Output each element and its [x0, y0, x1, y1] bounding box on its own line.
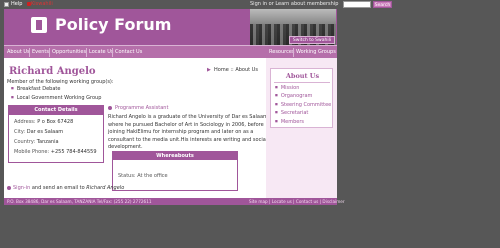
nav-resources[interactable]: Resources: [269, 49, 295, 55]
status-row: Status: At the office: [118, 173, 168, 179]
site-logo-icon: [4, 2, 9, 7]
signin-icon: [7, 185, 11, 190]
city-label: City:: [14, 129, 26, 135]
sidebar: About Us Mission Organogram Steering Com…: [266, 58, 337, 198]
role-heading: Programme Assistant: [108, 105, 168, 111]
list-item[interactable]: Breakfast Debate: [11, 86, 101, 92]
city-value: Dar es Salaam: [26, 129, 64, 135]
help-link[interactable]: Help: [11, 1, 22, 7]
nav-contact-us[interactable]: Contact Us: [115, 49, 142, 55]
whereabouts-title: Whereabouts: [113, 152, 237, 160]
mobile-label: Mobile Phone:: [14, 149, 50, 155]
footer: P.O. Box 38486, Dar es Salaam, TANZANIA …: [4, 198, 345, 205]
mobile-row: Mobile Phone: +255 784-844559: [14, 149, 97, 155]
address-row: Address: P o Box 67428: [14, 119, 73, 125]
signin-email-line: Sign-in and send an email to Richard Ang…: [7, 185, 124, 191]
city-row: City: Dar es Salaam: [14, 129, 63, 135]
page: Help Kiswahili Sign in or Learn about me…: [0, 0, 500, 248]
signin-link[interactable]: Sign-in: [13, 185, 30, 191]
signin-recipient: Richard Angelo: [86, 185, 125, 191]
mobile-value: +255 784-844559: [50, 149, 97, 155]
member-of-text: Member of the following working group(s)…: [7, 79, 114, 85]
bio-text: Richard Angelo is a graduate of the Univ…: [108, 114, 268, 150]
signin-text: and send an email to: [30, 185, 87, 191]
divider: [274, 82, 330, 83]
address-value: P o Box 67428: [37, 119, 74, 125]
whereabouts-box: Whereabouts Status: At the office: [112, 151, 238, 191]
page-title: Richard Angelo: [9, 66, 96, 77]
nav-locate-us[interactable]: Locate Us: [89, 49, 113, 55]
sidebar-item-organogram[interactable]: Organogram: [275, 93, 331, 99]
country-row: Country: Tanzania: [14, 139, 59, 145]
nav-opportunities[interactable]: Opportunities: [52, 49, 86, 55]
site-title[interactable]: Policy Forum: [55, 15, 171, 34]
nav-working-groups[interactable]: Working Groups: [296, 49, 336, 55]
address-label: Address:: [14, 119, 36, 125]
list-item[interactable]: Local Government Working Group: [11, 95, 102, 101]
country-value: Tanzania: [36, 139, 59, 145]
home-icon: ▶: [207, 67, 211, 73]
country-label: Country:: [14, 139, 36, 145]
about-us-box: About Us Mission Organogram Steering Com…: [270, 68, 333, 128]
status-value: At the office: [137, 173, 168, 179]
about-us-list: Mission Organogram Steering Committee Se…: [275, 85, 331, 127]
search-button[interactable]: Search: [373, 1, 392, 8]
search-input[interactable]: [343, 1, 371, 8]
language-link[interactable]: Kiswahili: [31, 1, 53, 7]
status-label: Status:: [118, 173, 136, 179]
about-us-title: About Us: [285, 72, 320, 80]
nav-about-us[interactable]: About Us: [7, 49, 30, 55]
breadcrumb[interactable]: Home :: About Us: [214, 67, 258, 73]
sidebar-item-secretariat[interactable]: Secretariat: [275, 110, 331, 116]
signin-membership-link[interactable]: Sign in or Learn about membership: [250, 1, 338, 7]
nav-events[interactable]: Events: [32, 49, 49, 55]
contact-details-box: Contact Details Address: P o Box 67428 C…: [8, 105, 104, 163]
footer-links[interactable]: Site map | Locate us | Contact us | Disc…: [249, 199, 345, 204]
switch-language-button[interactable]: Switch to Swahili: [289, 36, 335, 44]
main-content: Richard Angelo ▶ Home :: About Us Member…: [4, 58, 268, 198]
footer-address: P.O. Box 38486, Dar es Salaam, TANZANIA …: [7, 198, 152, 204]
sidebar-item-members[interactable]: Members: [275, 119, 331, 125]
sidebar-item-steering-committee[interactable]: Steering Committee: [275, 102, 331, 108]
policy-forum-logo-icon[interactable]: [31, 17, 47, 33]
main-nav: About Us Events Opportunities Locate Us …: [4, 45, 337, 58]
sidebar-item-mission[interactable]: Mission: [275, 85, 331, 91]
working-group-list: Breakfast Debate Local Government Workin…: [11, 86, 102, 104]
contact-details-title: Contact Details: [9, 106, 103, 115]
